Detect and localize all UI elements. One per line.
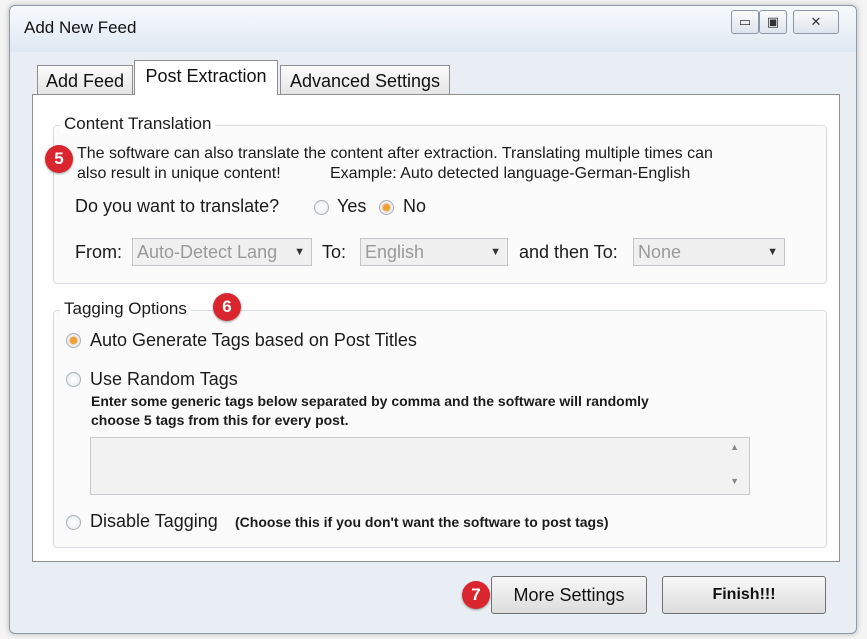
to-language-value: English: [365, 242, 425, 262]
add-new-feed-window: Add New Feed ▭ ▣ ✕ Add Feed Post Extract…: [9, 5, 857, 634]
close-button[interactable]: ✕: [793, 10, 839, 34]
from-language-value: Auto-Detect Lang: [137, 242, 278, 262]
more-settings-button[interactable]: More Settings: [491, 576, 647, 614]
random-tags-description-line1: Enter some generic tags below separated …: [91, 393, 649, 409]
random-tags-radio[interactable]: [66, 372, 81, 387]
maximize-button[interactable]: ▣: [759, 10, 787, 34]
translate-question: Do you want to translate?: [75, 196, 280, 216]
from-label: From:: [75, 242, 122, 262]
translation-example: Example: Auto detected language-German-E…: [330, 165, 691, 182]
finish-button[interactable]: Finish!!!: [662, 576, 826, 614]
post-extraction-panel: Content Translation 5 The software can a…: [32, 94, 840, 562]
to-language-select[interactable]: English ▼: [360, 238, 508, 266]
step-badge-6: 6: [213, 293, 241, 321]
then-to-language-value: None: [638, 242, 682, 262]
tab-advanced-settings[interactable]: Advanced Settings: [280, 65, 450, 96]
translation-description-line2: also result in unique content!: [77, 165, 281, 182]
disable-tagging-note: (Choose this if you don't want the softw…: [235, 514, 609, 530]
translation-description-line1: The software can also translate the cont…: [77, 145, 713, 162]
content-translation-legend: Content Translation: [60, 114, 216, 134]
translate-yes-label[interactable]: Yes: [337, 196, 366, 217]
then-to-label: and then To:: [519, 242, 618, 262]
step-badge-5: 5: [45, 145, 73, 173]
random-tags-label[interactable]: Use Random Tags: [90, 369, 238, 390]
disable-tagging-radio[interactable]: [66, 515, 81, 530]
scroll-down-icon[interactable]: ▼: [730, 476, 739, 486]
chevron-down-icon: ▼: [294, 246, 305, 258]
disable-tagging-label[interactable]: Disable Tagging: [90, 511, 218, 532]
to-label: To:: [322, 242, 347, 262]
then-to-language-select[interactable]: None ▼: [633, 238, 785, 266]
chevron-down-icon: ▼: [767, 246, 778, 258]
random-tags-input[interactable]: ▲ ▼: [90, 437, 750, 495]
random-tags-description-line2: choose 5 tags from this for every post.: [91, 412, 349, 428]
window-title: Add New Feed: [24, 18, 137, 37]
translate-no-radio[interactable]: [379, 200, 394, 215]
minimize-button[interactable]: ▭: [731, 10, 759, 34]
title-bar[interactable]: Add New Feed ▭ ▣ ✕: [10, 6, 856, 52]
from-language-select[interactable]: Auto-Detect Lang ▼: [132, 238, 312, 266]
tagging-options-legend: Tagging Options: [60, 299, 191, 319]
chevron-down-icon: ▼: [490, 246, 501, 258]
scroll-up-icon[interactable]: ▲: [730, 442, 739, 452]
step-badge-7: 7: [462, 581, 490, 609]
translate-yes-radio[interactable]: [314, 200, 329, 215]
tab-add-feed[interactable]: Add Feed: [37, 65, 133, 96]
auto-generate-tags-label[interactable]: Auto Generate Tags based on Post Titles: [90, 330, 417, 351]
auto-generate-tags-radio[interactable]: [66, 333, 81, 348]
tab-post-extraction[interactable]: Post Extraction: [134, 60, 278, 95]
translate-no-label[interactable]: No: [403, 196, 426, 217]
